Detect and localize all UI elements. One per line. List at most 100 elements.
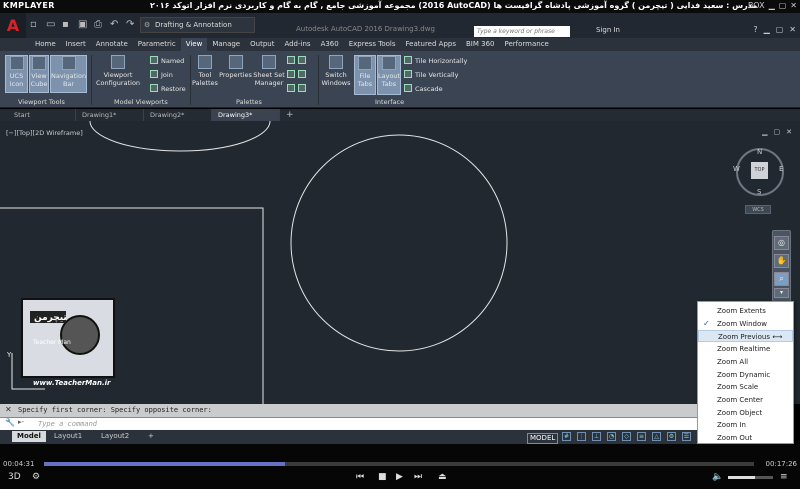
acad-maximize-icon[interactable]: ▢ xyxy=(776,25,784,34)
model-space-button[interactable]: MODEL xyxy=(527,433,559,444)
ribbon-tab-bim-360[interactable]: BIM 360 xyxy=(461,38,500,51)
layout-tab[interactable]: Layout1 xyxy=(49,431,87,442)
zoom-menu-item[interactable]: Zoom Previous ⟷ xyxy=(698,330,793,343)
properties-button[interactable]: Properties xyxy=(219,55,252,95)
viewport-controls-label[interactable]: [−][Top][2D Wireframe] xyxy=(6,129,83,137)
volume-slider[interactable] xyxy=(728,476,773,479)
ribbon-tab-manage[interactable]: Manage xyxy=(207,38,245,51)
sheet-set-manager-button[interactable]: Sheet Set Manager xyxy=(253,55,285,95)
snap-icon[interactable]: ⋮ xyxy=(577,432,586,441)
ribbon-tab-express-tools[interactable]: Express Tools xyxy=(344,38,401,51)
eject-icon[interactable]: ⏏ xyxy=(438,472,447,482)
layout-tab[interactable]: Layout2 xyxy=(96,431,134,442)
ribbon-tab-a360[interactable]: A360 xyxy=(316,38,344,51)
ucs-icon-button[interactable]: UCS Icon xyxy=(5,55,28,93)
drawing-close-icon[interactable]: ✕ xyxy=(786,128,792,136)
ribbon-tab-parametric[interactable]: Parametric xyxy=(133,38,181,51)
ribbon-tab-add-ins[interactable]: Add-ins xyxy=(279,38,315,51)
pan-icon[interactable]: ✋ xyxy=(774,254,789,268)
customize-icon[interactable]: 🔧 xyxy=(5,418,15,427)
command-line-icon[interactable] xyxy=(298,84,306,92)
drawing-restore-icon[interactable]: ▢ xyxy=(774,128,781,136)
settings-icon[interactable]: ⚙ xyxy=(32,472,40,482)
annotation-icon[interactable]: △ xyxy=(652,432,661,441)
view-cube-button[interactable]: View Cube xyxy=(29,55,49,93)
osnap-icon[interactable]: ◇ xyxy=(622,432,631,441)
file-tab[interactable]: Start xyxy=(8,109,76,121)
volume-icon[interactable]: 🔈 xyxy=(712,472,723,482)
tool-palettes-button[interactable]: Tool Palettes xyxy=(192,55,218,95)
ribbon-tab-featured-apps[interactable]: Featured Apps xyxy=(401,38,461,51)
zoom-menu-item[interactable]: Zoom Out xyxy=(698,432,793,444)
zoom-menu-item[interactable]: Zoom In xyxy=(698,419,793,431)
design-center-icon[interactable] xyxy=(287,56,295,64)
close-command-line-icon[interactable]: ✕ xyxy=(5,405,12,414)
cascade-button[interactable]: Cascade xyxy=(404,84,443,93)
new-tab-icon[interactable]: + xyxy=(280,109,294,121)
play-icon[interactable]: ▶ xyxy=(396,472,403,482)
ribbon-tab-annotate[interactable]: Annotate xyxy=(91,38,133,51)
file-tab[interactable]: Drawing2* xyxy=(144,109,212,121)
close-icon[interactable]: ✕ xyxy=(790,1,797,10)
acad-minimize-icon[interactable]: ▁ xyxy=(764,25,770,34)
3d-icon[interactable]: 3D xyxy=(8,472,21,482)
ribbon-tab-insert[interactable]: Insert xyxy=(61,38,91,51)
sign-in-button[interactable]: Sign In xyxy=(596,26,620,34)
zoom-menu-item[interactable]: Zoom Scale xyxy=(698,381,793,393)
zoom-menu-item[interactable]: Zoom Center xyxy=(698,394,793,406)
command-input[interactable]: Type a command xyxy=(0,417,697,430)
save-icon[interactable]: ▪ xyxy=(62,19,73,30)
markup-icon[interactable] xyxy=(298,56,306,64)
zoom-menu-item[interactable]: ✓ Zoom Window xyxy=(698,318,793,330)
maximize-icon[interactable]: ▢ xyxy=(779,1,787,10)
zoom-dropdown-icon[interactable]: ▾ xyxy=(774,288,789,298)
ribbon-tab-home[interactable]: Home xyxy=(30,38,61,51)
open-icon[interactable]: ▭ xyxy=(46,19,57,30)
restore-viewports-button[interactable]: Restore xyxy=(150,84,186,93)
player-box-button[interactable]: BOX xyxy=(748,1,765,10)
recent-commands-icon[interactable]: ▸- xyxy=(18,418,24,426)
panel-label-viewport-tools[interactable]: Viewport Tools xyxy=(18,98,65,106)
compass-north[interactable]: N xyxy=(757,148,762,156)
new-layout-icon[interactable]: + xyxy=(143,431,159,442)
status-customize-icon[interactable]: ☰ xyxy=(682,432,691,441)
stop-icon[interactable]: ■ xyxy=(378,472,387,482)
zoom-menu-item[interactable]: Zoom Extents xyxy=(698,305,793,317)
grid-icon[interactable]: # xyxy=(562,432,571,441)
file-tab[interactable]: Drawing1* xyxy=(76,109,144,121)
steering-wheel-icon[interactable]: ◎ xyxy=(774,236,789,250)
ortho-icon[interactable]: ⊥ xyxy=(592,432,601,441)
acad-close-icon[interactable]: ✕ xyxy=(789,25,796,34)
zoom-menu-item[interactable]: Zoom All xyxy=(698,356,793,368)
undo-icon[interactable]: ↶ xyxy=(110,19,121,30)
tile-horizontally-button[interactable]: Tile Horizontally xyxy=(404,56,467,65)
zoom-menu-item[interactable]: Zoom Object xyxy=(698,407,793,419)
help-icon[interactable]: ? xyxy=(753,25,757,34)
workspace-switcher[interactable]: Drafting & Annotation xyxy=(140,17,255,33)
workspace-icon[interactable]: ⚙ xyxy=(667,432,676,441)
compass-south[interactable]: S xyxy=(757,188,761,196)
equalizer-icon[interactable]: ≡ xyxy=(780,472,788,482)
drawing-canvas[interactable]: Y xyxy=(0,120,800,404)
compass-east[interactable]: E xyxy=(779,165,783,173)
next-icon[interactable]: ⏭ xyxy=(414,472,422,482)
tile-vertically-button[interactable]: Tile Vertically xyxy=(404,70,458,79)
lineweight-icon[interactable]: ≡ xyxy=(637,432,646,441)
drawing-minimize-icon[interactable]: ▁ xyxy=(762,128,767,136)
panel-label-palettes[interactable]: Palettes xyxy=(236,98,262,106)
save-as-icon[interactable]: ▣ xyxy=(78,19,89,30)
switch-windows-button[interactable]: Switch Windows xyxy=(320,55,352,95)
ribbon-tab-output[interactable]: Output xyxy=(245,38,279,51)
search-input[interactable]: Type a keyword or phrase xyxy=(474,26,570,37)
ribbon-tab-view[interactable]: View xyxy=(180,38,208,51)
application-menu-button[interactable]: A xyxy=(0,13,26,38)
new-icon[interactable]: ▫ xyxy=(30,19,41,30)
quickcalc-icon[interactable] xyxy=(287,70,295,78)
seek-bar[interactable] xyxy=(44,462,754,466)
layout-tabs-button[interactable]: Layout Tabs xyxy=(377,55,401,95)
viewcube-top-face[interactable]: TOP xyxy=(751,162,768,179)
minimize-icon[interactable]: ▁ xyxy=(769,1,775,10)
layers-icon[interactable] xyxy=(298,70,306,78)
navigation-bar-button[interactable]: Navigation Bar xyxy=(50,55,87,93)
zoom-menu-item[interactable]: Zoom Dynamic xyxy=(698,369,793,381)
